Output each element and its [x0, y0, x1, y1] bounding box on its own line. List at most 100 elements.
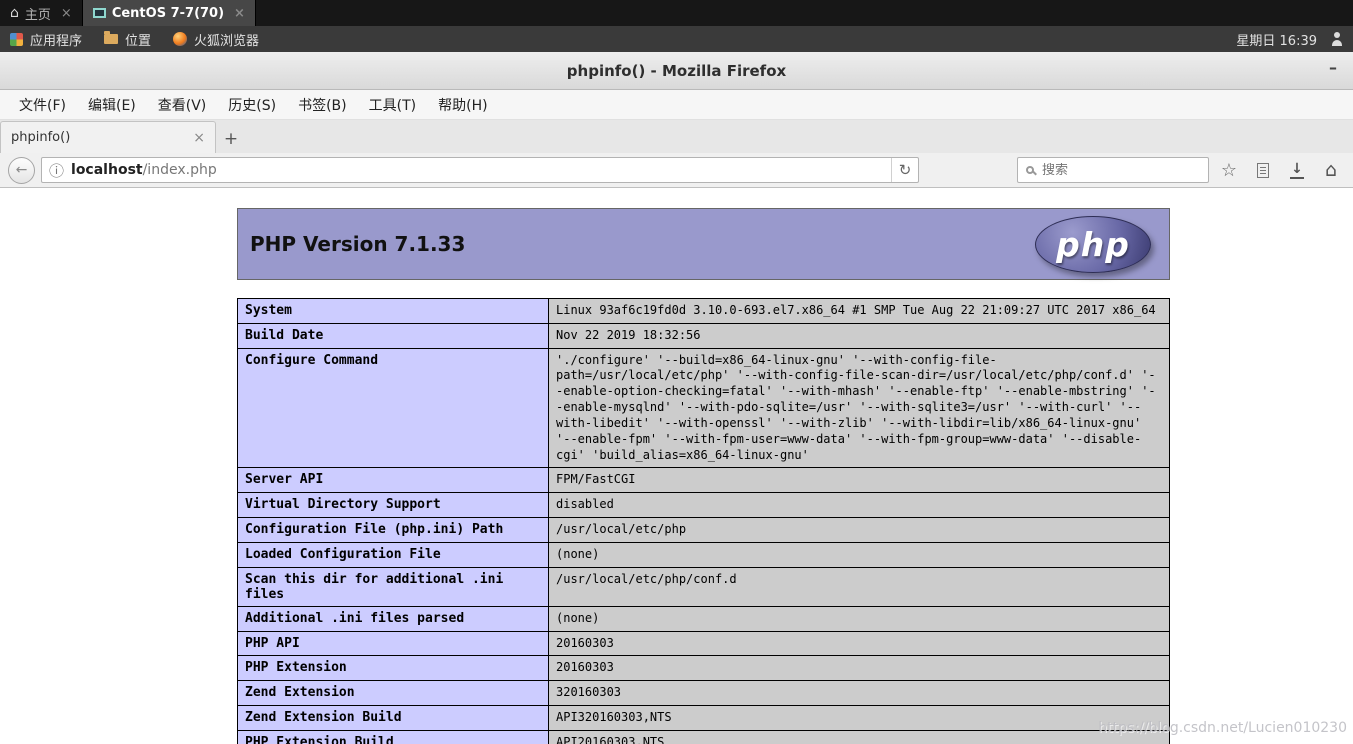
- row-label: Loaded Configuration File: [238, 542, 549, 567]
- row-value: Linux 93af6c19fd0d 3.10.0-693.el7.x86_64…: [549, 299, 1170, 324]
- back-button[interactable]: ←: [8, 157, 35, 184]
- table-row: Zend Extension BuildAPI320160303,NTS: [238, 706, 1170, 731]
- places-menu-label: 位置: [125, 30, 151, 49]
- row-label: Additional .ini files parsed: [238, 606, 549, 631]
- minimize-button[interactable]: –: [1329, 58, 1337, 77]
- table-row: Virtual Directory Supportdisabled: [238, 493, 1170, 518]
- search-bar[interactable]: [1017, 157, 1209, 183]
- downloads-button[interactable]: ↓: [1283, 156, 1311, 184]
- places-menu[interactable]: 位置: [104, 30, 151, 49]
- firefox-menubar: 文件(F)编辑(E)查看(V)历史(S)书签(B)工具(T)帮助(H): [0, 90, 1353, 120]
- bookmark-star-button[interactable]: ☆: [1215, 156, 1243, 184]
- home-button[interactable]: ⌂: [1317, 156, 1345, 184]
- close-icon[interactable]: ×: [234, 6, 245, 21]
- row-label: Zend Extension Build: [238, 706, 549, 731]
- info-icon[interactable]: ⓘ: [49, 160, 64, 181]
- clock[interactable]: 星期日 16:39: [1236, 30, 1317, 49]
- row-value: API20160303,NTS: [549, 730, 1170, 744]
- row-value: FPM/FastCGI: [549, 468, 1170, 493]
- firefox-tabstrip: phpinfo() × +: [0, 120, 1353, 153]
- table-row: Loaded Configuration File(none): [238, 542, 1170, 567]
- php-version-header: PHP Version 7.1.33 php: [237, 208, 1170, 280]
- menu-item[interactable]: 编辑(E): [77, 91, 147, 119]
- table-row: Zend Extension320160303: [238, 681, 1170, 706]
- row-label: Virtual Directory Support: [238, 493, 549, 518]
- new-tab-button[interactable]: +: [216, 125, 246, 153]
- firefox-navbar: ← ⓘ localhost/index.php ↻ ☆ ↓ ⌂: [0, 153, 1353, 188]
- row-value: 320160303: [549, 681, 1170, 706]
- table-row: Additional .ini files parsed(none): [238, 606, 1170, 631]
- vm-tab-home-label: 主页: [25, 4, 51, 23]
- menu-item[interactable]: 帮助(H): [427, 91, 498, 119]
- search-input[interactable]: [1042, 163, 1200, 178]
- url-bar[interactable]: ⓘ localhost/index.php ↻: [41, 157, 919, 183]
- row-label: Server API: [238, 468, 549, 493]
- browser-tab-phpinfo[interactable]: phpinfo() ×: [0, 121, 216, 153]
- tab-close-icon[interactable]: ×: [193, 130, 205, 146]
- menu-item[interactable]: 工具(T): [358, 91, 427, 119]
- php-logo-text: php: [1056, 225, 1130, 264]
- table-row: PHP Extension BuildAPI20160303,NTS: [238, 730, 1170, 744]
- row-value: disabled: [549, 493, 1170, 518]
- url-text: localhost/index.php: [71, 162, 891, 178]
- url-path: /index.php: [143, 162, 217, 178]
- monitor-icon: [93, 8, 106, 18]
- table-row: Server APIFPM/FastCGI: [238, 468, 1170, 493]
- gnome-top-bar: 应用程序 位置 火狐浏览器 星期日 16:39: [0, 26, 1353, 52]
- row-value: Nov 22 2019 18:32:56: [549, 323, 1170, 348]
- menu-item[interactable]: 查看(V): [147, 91, 218, 119]
- row-label: Configure Command: [238, 348, 549, 468]
- watermark: https://blog.csdn.net/Lucien010230: [1098, 720, 1347, 736]
- row-label: PHP API: [238, 631, 549, 656]
- vm-tab-centos[interactable]: CentOS 7-7(70) ×: [83, 0, 256, 26]
- applications-menu-label: 应用程序: [30, 30, 82, 49]
- firefox-titlebar: phpinfo() - Mozilla Firefox –: [0, 52, 1353, 90]
- vm-tabbar: ⌂ 主页 × CentOS 7-7(70) ×: [0, 0, 1353, 26]
- row-value: API320160303,NTS: [549, 706, 1170, 731]
- row-label: Zend Extension: [238, 681, 549, 706]
- row-label: System: [238, 299, 549, 324]
- folder-icon: [104, 34, 118, 44]
- table-row: Configuration File (php.ini) Path/usr/lo…: [238, 518, 1170, 543]
- table-row: Build DateNov 22 2019 18:32:56: [238, 323, 1170, 348]
- browser-tab-title: phpinfo(): [11, 130, 193, 145]
- table-row: PHP Extension20160303: [238, 656, 1170, 681]
- table-row: SystemLinux 93af6c19fd0d 3.10.0-693.el7.…: [238, 299, 1170, 324]
- applications-icon: [10, 33, 23, 46]
- menu-item[interactable]: 书签(B): [287, 91, 358, 119]
- bookmarks-menu-button[interactable]: [1249, 156, 1277, 184]
- firefox-app-menu-label: 火狐浏览器: [194, 30, 259, 49]
- row-value: (none): [549, 542, 1170, 567]
- phpinfo-page: PHP Version 7.1.33 php SystemLinux 93af6…: [237, 188, 1170, 744]
- table-row: Scan this dir for additional .ini files/…: [238, 567, 1170, 606]
- browser-content: PHP Version 7.1.33 php SystemLinux 93af6…: [0, 188, 1353, 744]
- search-icon: [1026, 166, 1034, 174]
- home-icon: ⌂: [1325, 159, 1337, 181]
- phpinfo-table: SystemLinux 93af6c19fd0d 3.10.0-693.el7.…: [237, 298, 1170, 744]
- row-value: 20160303: [549, 631, 1170, 656]
- row-value: 20160303: [549, 656, 1170, 681]
- user-icon[interactable]: [1331, 32, 1343, 46]
- reload-icon[interactable]: ↻: [891, 158, 918, 182]
- firefox-icon: [173, 32, 187, 46]
- home-icon: ⌂: [10, 5, 19, 21]
- firefox-app-menu[interactable]: 火狐浏览器: [173, 30, 259, 49]
- menu-item[interactable]: 文件(F): [8, 91, 77, 119]
- table-row: PHP API20160303: [238, 631, 1170, 656]
- row-value: (none): [549, 606, 1170, 631]
- php-version-title: PHP Version 7.1.33: [250, 232, 465, 256]
- row-value: './configure' '--build=x86_64-linux-gnu'…: [549, 348, 1170, 468]
- row-label: Build Date: [238, 323, 549, 348]
- star-icon: ☆: [1221, 160, 1237, 181]
- menu-item[interactable]: 历史(S): [217, 91, 287, 119]
- gnome-bar-right: 星期日 16:39: [1236, 30, 1343, 49]
- applications-menu[interactable]: 应用程序: [10, 30, 82, 49]
- url-host: localhost: [71, 162, 143, 178]
- bookmarks-icon: [1257, 163, 1269, 178]
- row-value: /usr/local/etc/php/conf.d: [549, 567, 1170, 606]
- close-icon[interactable]: ×: [61, 6, 72, 21]
- phpinfo-table-body: SystemLinux 93af6c19fd0d 3.10.0-693.el7.…: [238, 299, 1170, 744]
- vm-tab-home[interactable]: ⌂ 主页 ×: [0, 0, 83, 26]
- row-label: Configuration File (php.ini) Path: [238, 518, 549, 543]
- table-row: Configure Command'./configure' '--build=…: [238, 348, 1170, 468]
